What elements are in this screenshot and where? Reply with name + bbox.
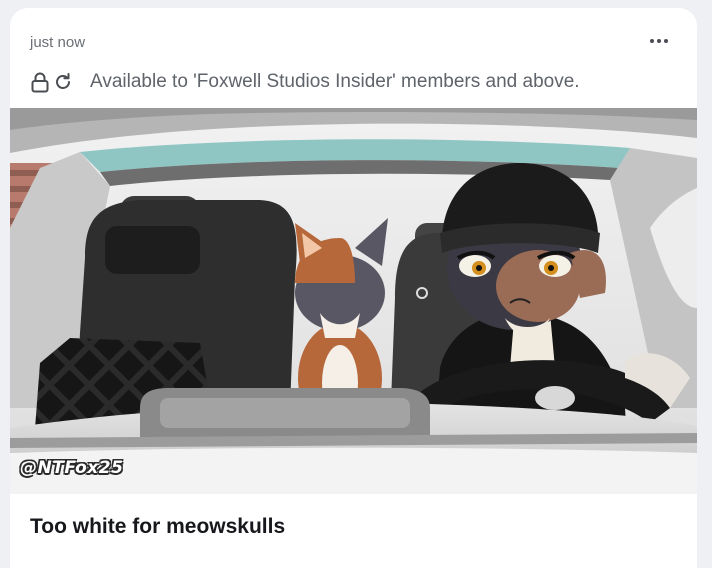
- post-image[interactable]: @NTFox25: [10, 108, 697, 494]
- refresh-icon: [53, 71, 73, 93]
- post-card: just now Available to 'Foxwell Studios I…: [10, 8, 697, 568]
- post-title[interactable]: Too white for meowskulls: [30, 515, 285, 539]
- access-notice-text: Available to 'Foxwell Studios Insider' m…: [90, 71, 580, 92]
- car-scene-illustration: [10, 108, 697, 494]
- more-horizontal-icon: [650, 39, 668, 43]
- post-timestamp: just now: [30, 34, 86, 51]
- more-options-button[interactable]: [647, 32, 671, 50]
- access-restriction: Available to 'Foxwell Studios Insider' m…: [30, 70, 580, 94]
- image-watermark: @NTFox25: [20, 458, 124, 478]
- lock-icon: [30, 71, 50, 93]
- post-header: just now Available to 'Foxwell Studios I…: [10, 8, 697, 108]
